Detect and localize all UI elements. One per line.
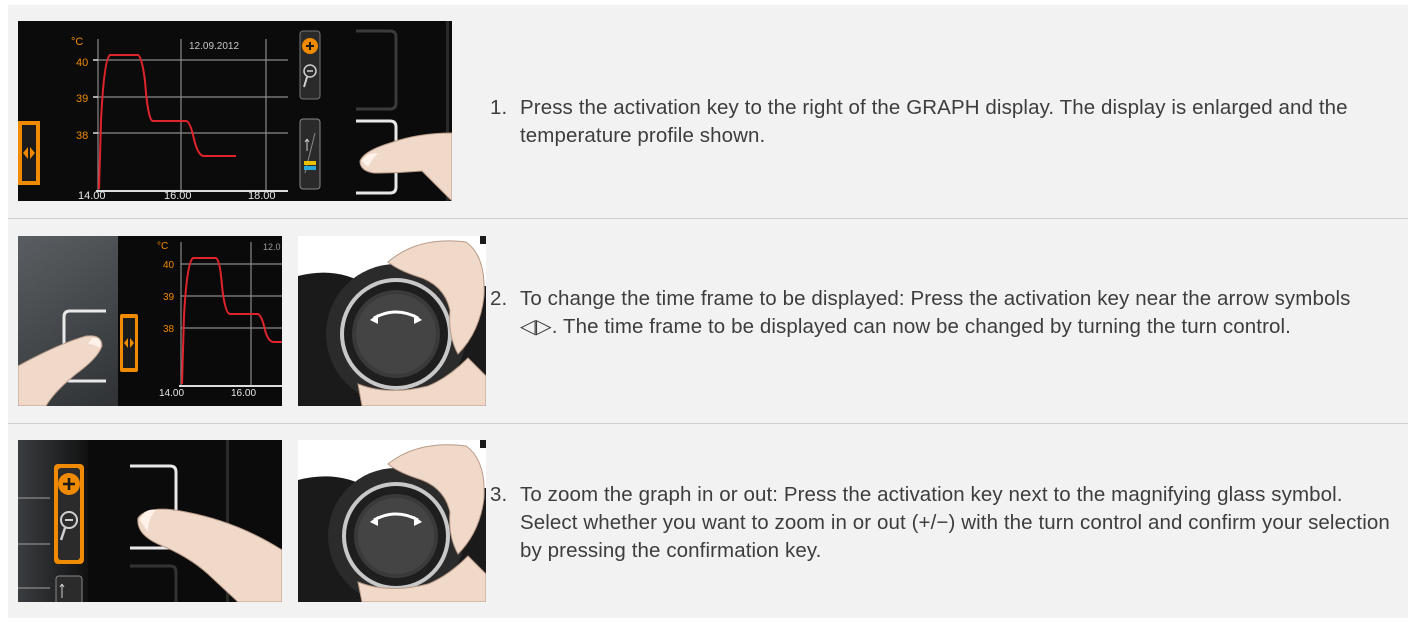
- turn-control-photo: [298, 440, 486, 602]
- zoom-in-icon: [54, 464, 84, 564]
- step-1: °C 12.09.2012 40 39 38 14.00 16.00 18.00: [8, 5, 1408, 218]
- y-tick-label: 40: [76, 57, 88, 69]
- zoom-key-photo: [18, 440, 282, 602]
- step-description: Press the activation key to the right of…: [520, 96, 1348, 147]
- step-description: To change the time frame to be displayed…: [520, 287, 1351, 338]
- arrows-left-right-icon: [120, 314, 138, 372]
- y-unit-label: °C: [71, 36, 83, 48]
- x-tick-label: 14.00: [78, 190, 106, 201]
- step-description: To zoom the graph in or out: Press the a…: [520, 483, 1390, 562]
- arrows-left-right-icon: [18, 121, 40, 185]
- step-2: °C 12.0 40 39 38 14.00 16.00 2. To chang…: [8, 219, 1408, 423]
- display-date: 12.09.2012: [189, 41, 239, 52]
- step-text: 1. Press the activation key to the right…: [490, 94, 1392, 150]
- instruction-steps: °C 12.09.2012 40 39 38 14.00 16.00 18.00: [8, 5, 1408, 618]
- turn-control-icon: [342, 482, 450, 590]
- x-tick-label: 16.00: [164, 190, 192, 201]
- y-tick-label: 39: [76, 93, 88, 105]
- y-tick-label: 40: [163, 260, 175, 271]
- step-text: 2. To change the time frame to be displa…: [490, 285, 1392, 341]
- step-number: 3.: [490, 483, 508, 506]
- step-3: 3. To zoom the graph in or out: Press th…: [8, 424, 1408, 618]
- y-tick-label: 38: [76, 130, 88, 142]
- display-date: 12.0: [263, 242, 281, 252]
- x-tick-label: 18.00: [248, 190, 276, 201]
- y-unit-label: °C: [157, 241, 168, 252]
- thermometer-icon: [299, 118, 321, 190]
- arrow-key-photo: °C 12.0 40 39 38 14.00 16.00: [18, 236, 282, 406]
- turn-control-icon: [340, 278, 452, 390]
- turn-control-photo: [298, 236, 486, 406]
- graph-display-photo: °C 12.09.2012 40 39 38 14.00 16.00 18.00: [18, 21, 452, 201]
- zoom-in-icon: [299, 30, 321, 100]
- x-tick-label: 14.00: [159, 388, 184, 399]
- thermometer-icon: [55, 575, 83, 602]
- x-tick-label: 16.00: [231, 388, 256, 399]
- step-number: 2.: [490, 287, 508, 310]
- y-tick-label: 38: [163, 324, 175, 335]
- step-text: 3. To zoom the graph in or out: Press th…: [490, 481, 1392, 565]
- y-tick-label: 39: [163, 292, 175, 303]
- step-number: 1.: [490, 96, 508, 119]
